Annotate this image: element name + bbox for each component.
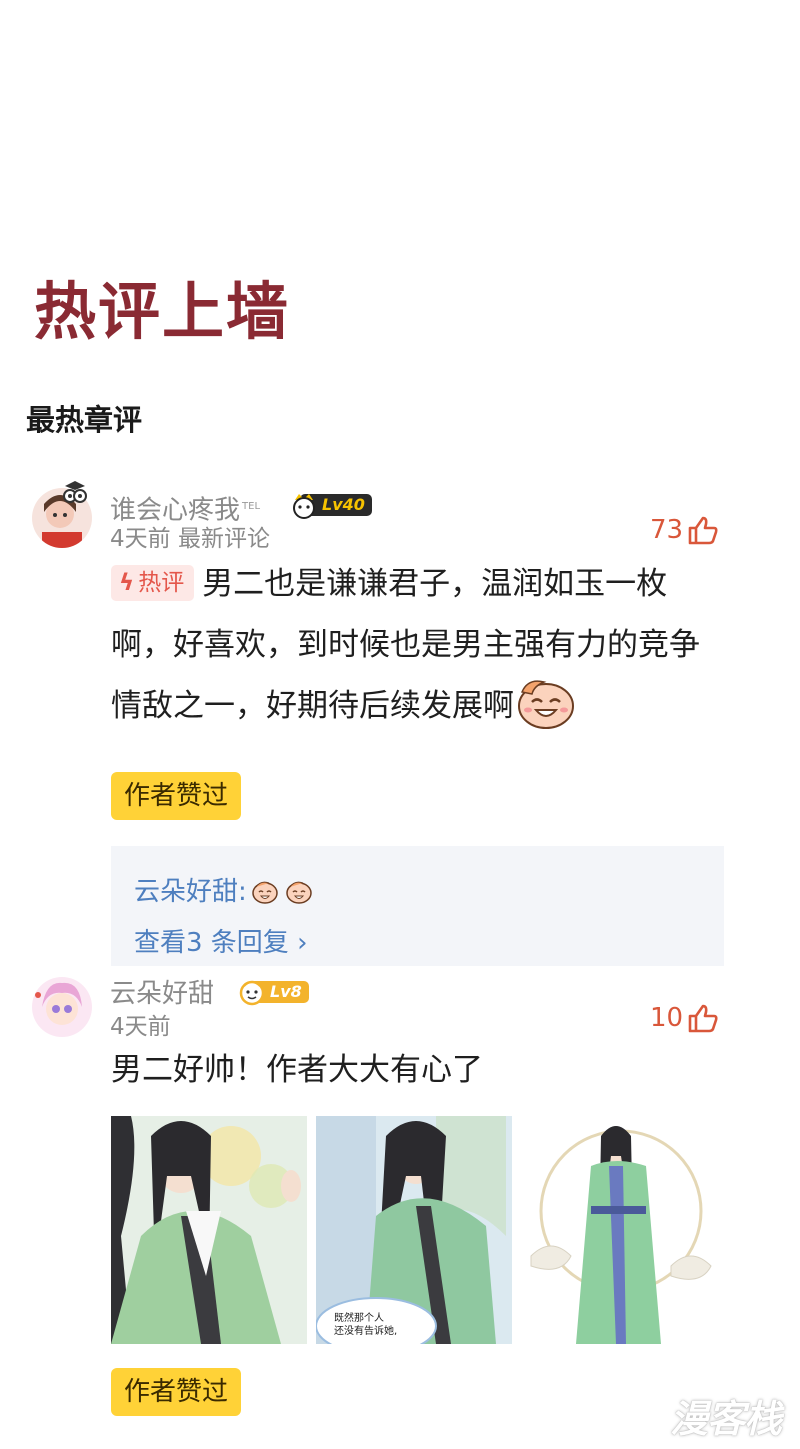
comment-image[interactable]: 既然那个人 还没有告诉她, xyxy=(316,1116,512,1344)
comment-text: ϟ 热评 男二也是谦谦君子，温润如玉一枚啊，好喜欢，到时候也是男主强有力的竞争情敌之… xyxy=(111,554,726,751)
username[interactable]: 谁会心疼我 TEL xyxy=(110,490,260,528)
watermark-logo: 漫客栈 xyxy=(670,1397,782,1441)
hot-comment-tag: ϟ 热评 xyxy=(111,565,195,601)
comment-time: 4天前 xyxy=(110,1014,171,1040)
reply-username[interactable]: 云朵好甜: xyxy=(134,874,247,910)
reply-preview[interactable]: 云朵好甜: 查看3 条回复 › xyxy=(111,846,724,966)
comment-time: 4天前 xyxy=(110,526,171,552)
view-replies-link[interactable]: 查看3 条回复 › xyxy=(134,926,307,960)
section-title: 最热章评 xyxy=(26,403,143,437)
emoji-face-icon xyxy=(286,881,312,904)
like-button[interactable]: 10 xyxy=(650,1003,719,1033)
level-badge: Lv8 xyxy=(238,979,309,1006)
comment-text: 男二好帅！作者大大有心了 xyxy=(111,1052,483,1088)
level-badge: Lv40 xyxy=(290,492,372,519)
emoji-face-icon xyxy=(252,881,278,904)
crown-face-icon xyxy=(293,494,315,519)
author-liked-badge: 作者赞过 xyxy=(111,1368,242,1416)
panel-caption: 既然那个人 xyxy=(334,1311,384,1324)
owl-pendant-icon xyxy=(63,481,87,503)
comment-image[interactable] xyxy=(521,1116,717,1344)
reply-preview-line[interactable]: 云朵好甜: xyxy=(134,874,313,910)
comment-meta: 4天前 最新评论 xyxy=(110,524,270,554)
like-count: 10 xyxy=(650,1003,684,1033)
comment-image[interactable] xyxy=(111,1116,307,1344)
avatar[interactable] xyxy=(32,977,92,1037)
thumbs-up-icon xyxy=(688,516,718,545)
level-face-icon xyxy=(239,980,265,1006)
author-liked-badge: 作者赞过 xyxy=(111,772,242,820)
panel-caption: 还没有告诉她, xyxy=(334,1324,397,1337)
page-title: 热评上墙 xyxy=(34,275,291,348)
like-count: 73 xyxy=(650,515,684,545)
chevron-right-icon: › xyxy=(288,928,308,958)
username[interactable]: 云朵好甜 xyxy=(110,977,214,1011)
thumbs-up-icon xyxy=(688,1004,718,1033)
latest-tag: 最新评论 xyxy=(177,526,270,552)
smile-face-icon xyxy=(514,676,578,751)
like-button[interactable]: 73 xyxy=(650,515,719,545)
